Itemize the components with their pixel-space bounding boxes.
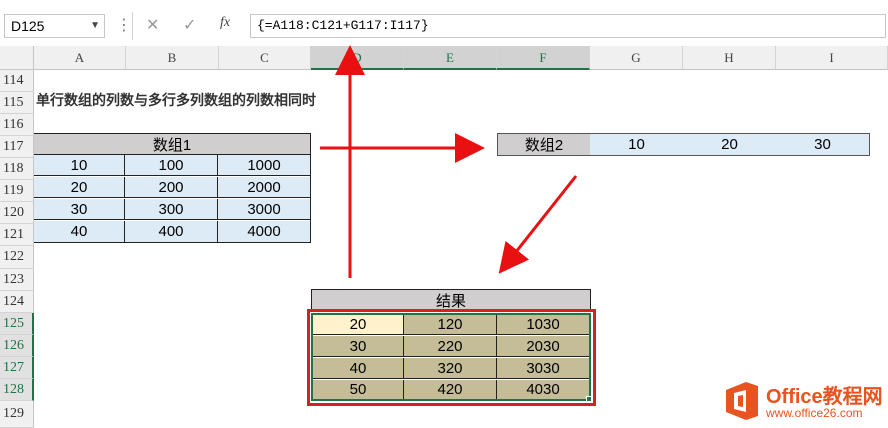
- watermark-url: www.office26.com: [766, 406, 863, 420]
- watermark-brand: Office教程网: [766, 386, 883, 408]
- office-logo-icon: [726, 382, 758, 420]
- watermark-logo: Office教程网 www.office26.com: [722, 378, 886, 426]
- annotation-arrows: [320, 45, 578, 278]
- arrow-down-left: [498, 175, 578, 274]
